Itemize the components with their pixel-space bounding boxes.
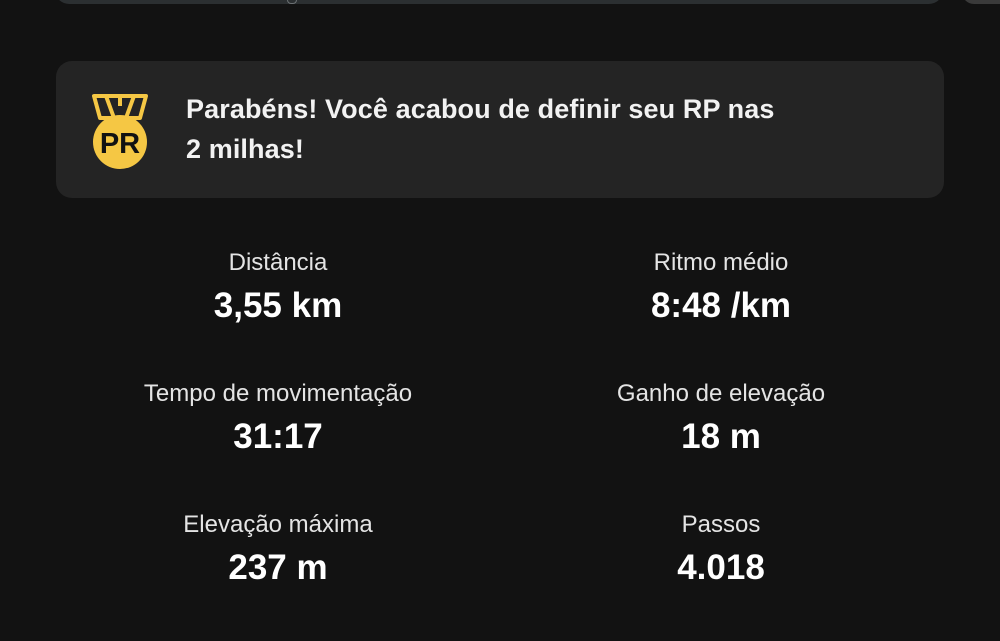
stat-label: Ganho de elevação: [616, 380, 826, 407]
stat-value: 237 m: [228, 548, 328, 587]
stat-elevation-gain: Ganho de elevação 18 m: [500, 379, 944, 510]
stat-average-pace: Ritmo médio 8:48 /km: [500, 248, 944, 379]
pr-message-line1: Parabéns! Você acabou de definir seu RP …: [186, 94, 775, 124]
activity-stats-grid: Distância 3,55 km Ritmo médio 8:48 /km T…: [56, 248, 944, 641]
stat-label: Passos: [681, 511, 761, 538]
pr-message-line2: 2 milhas!: [186, 134, 304, 164]
stat-label: Ritmo médio: [653, 249, 789, 276]
stat-moving-time: Tempo de movimentação 31:17: [56, 379, 500, 510]
stat-label: Elevação máxima: [183, 511, 373, 538]
stat-distance: Distância 3,55 km: [56, 248, 500, 379]
pr-message: Parabéns! Você acabou de definir seu RP …: [186, 89, 866, 169]
stat-steps: Passos 4.018: [500, 510, 944, 641]
stat-value: 8:48 /km: [650, 286, 792, 325]
pr-medal-icon: PR: [88, 92, 152, 170]
map-marker-icon: [287, 0, 297, 4]
svg-text:PR: PR: [100, 128, 140, 160]
stat-label: Distância: [228, 249, 328, 276]
route-map-preview[interactable]: [55, 0, 943, 4]
next-card-edge: [962, 0, 1000, 4]
personal-record-banner[interactable]: PR Parabéns! Você acabou de definir seu …: [56, 61, 944, 198]
stat-value: 18 m: [681, 417, 761, 456]
stat-value: 3,55 km: [213, 286, 343, 325]
stat-value: 31:17: [233, 417, 323, 456]
stat-label: Tempo de movimentação: [143, 380, 413, 407]
stat-max-elevation: Elevação máxima 237 m: [56, 510, 500, 641]
stat-value: 4.018: [677, 548, 765, 587]
